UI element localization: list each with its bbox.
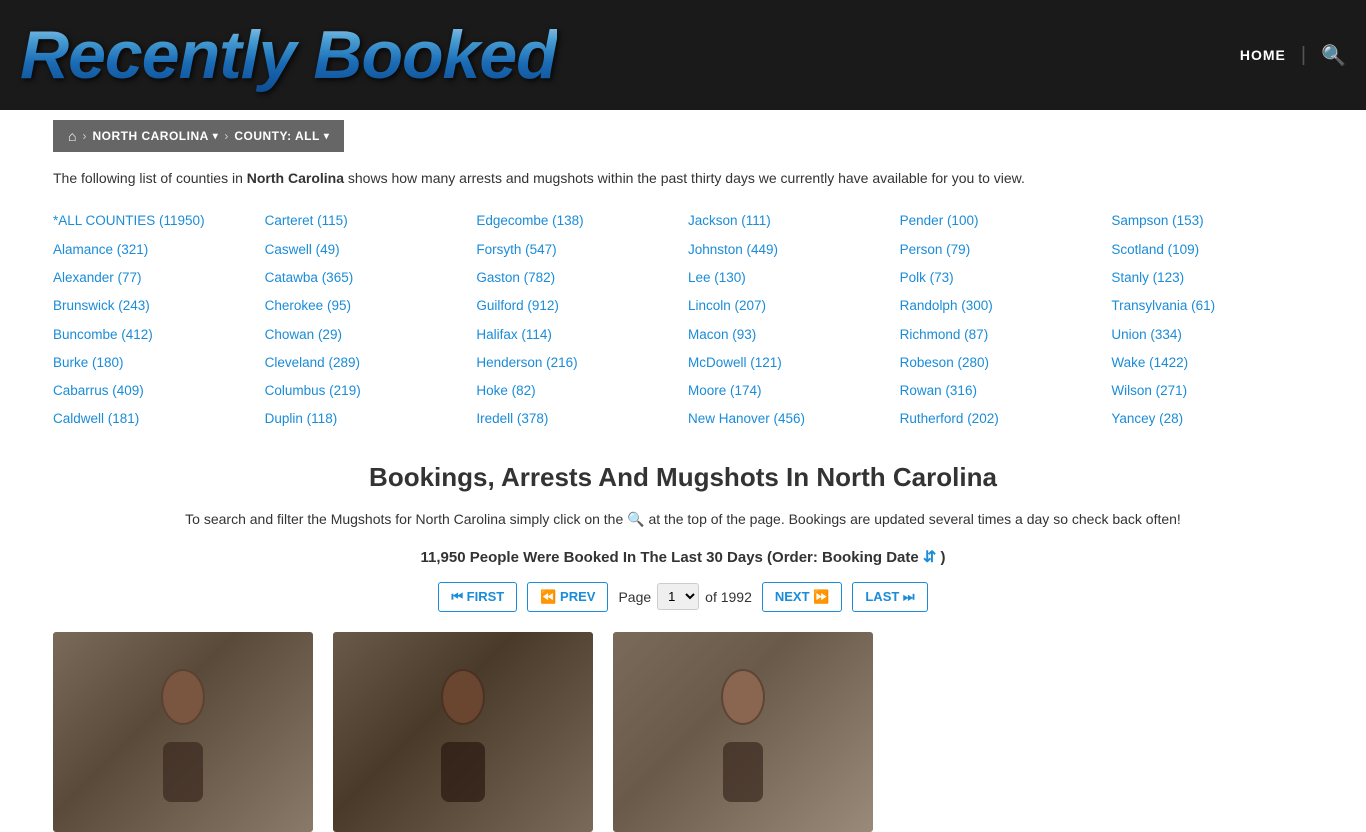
home-icon[interactable]: ⌂: [68, 128, 76, 144]
section-desc-part1: To search and filter the Mugshots for No…: [185, 511, 623, 527]
breadcrumb: ⌂ › NORTH CAROLINA ▾ › COUNTY: ALL ▾: [53, 120, 344, 152]
county-link-6[interactable]: Alamance (321): [53, 238, 255, 262]
county-link-29[interactable]: Union (334): [1111, 323, 1313, 347]
intro-text-after: shows how many arrests and mugshots with…: [344, 170, 1025, 186]
section-description: To search and filter the Mugshots for No…: [53, 508, 1313, 532]
mugshot-card-1[interactable]: [53, 632, 313, 832]
county-link-15[interactable]: Lee (130): [688, 266, 890, 290]
county-link-36[interactable]: Cabarrus (409): [53, 379, 255, 403]
county-link-41[interactable]: Wilson (271): [1111, 379, 1313, 403]
section-title: Bookings, Arrests And Mugshots In North …: [53, 462, 1313, 493]
county-link-1[interactable]: Carteret (115): [265, 209, 467, 233]
mugshot-card-2[interactable]: [333, 632, 593, 832]
county-link-16[interactable]: Polk (73): [900, 266, 1102, 290]
county-link-35[interactable]: Wake (1422): [1111, 351, 1313, 375]
county-link-20[interactable]: Guilford (912): [476, 294, 678, 318]
county-dropdown-arrow[interactable]: ▾: [324, 131, 330, 142]
county-link-3[interactable]: Jackson (111): [688, 209, 890, 233]
prev-button[interactable]: ⏪ PREV: [527, 582, 608, 612]
county-link-14[interactable]: Gaston (782): [476, 266, 678, 290]
county-link-10[interactable]: Person (79): [900, 238, 1102, 262]
mugshot-card-3[interactable]: [613, 632, 873, 832]
county-link-38[interactable]: Hoke (82): [476, 379, 678, 403]
county-link-21[interactable]: Lincoln (207): [688, 294, 890, 318]
county-link-44[interactable]: Iredell (378): [476, 407, 678, 431]
search-button[interactable]: 🔍: [1321, 43, 1346, 68]
county-link-42[interactable]: Caldwell (181): [53, 407, 255, 431]
breadcrumb-state[interactable]: NORTH CAROLINA ▾: [92, 129, 218, 143]
county-link-27[interactable]: Macon (93): [688, 323, 890, 347]
county-link-26[interactable]: Halifax (114): [476, 323, 678, 347]
county-link-13[interactable]: Catawba (365): [265, 266, 467, 290]
first-button[interactable]: ⏮ FIRST: [438, 582, 517, 612]
mugshot-gallery: [53, 632, 1313, 832]
county-link-5[interactable]: Sampson (153): [1111, 209, 1313, 233]
intro-paragraph: The following list of counties in North …: [53, 167, 1313, 189]
county-link-30[interactable]: Burke (180): [53, 351, 255, 375]
county-link-8[interactable]: Forsyth (547): [476, 238, 678, 262]
county-link-34[interactable]: Robeson (280): [900, 351, 1102, 375]
county-link-45[interactable]: New Hanover (456): [688, 407, 890, 431]
booking-count-end: ): [940, 549, 945, 566]
page-selector[interactable]: 1: [657, 583, 699, 610]
county-link-12[interactable]: Alexander (77): [53, 266, 255, 290]
pagination-bar: ⏮ FIRST ⏪ PREV Page 1 of 1992 NEXT ⏩ LAS…: [53, 582, 1313, 612]
sort-icon[interactable]: ⇵: [923, 549, 936, 566]
county-link-9[interactable]: Johnston (449): [688, 238, 890, 262]
county-link-40[interactable]: Rowan (316): [900, 379, 1102, 403]
county-link-4[interactable]: Pender (100): [900, 209, 1102, 233]
county-link-47[interactable]: Yancey (28): [1111, 407, 1313, 431]
last-button[interactable]: LAST ⏭: [852, 582, 927, 612]
state-dropdown-arrow[interactable]: ▾: [213, 131, 219, 142]
county-link-39[interactable]: Moore (174): [688, 379, 890, 403]
section-desc-part2: at the top of the page. Bookings are upd…: [648, 511, 1180, 527]
page-label: Page: [618, 589, 651, 605]
county-link-24[interactable]: Buncombe (412): [53, 323, 255, 347]
county-link-7[interactable]: Caswell (49): [265, 238, 467, 262]
county-link-32[interactable]: Henderson (216): [476, 351, 678, 375]
county-link-46[interactable]: Rutherford (202): [900, 407, 1102, 431]
breadcrumb-arrow-1: ›: [82, 129, 86, 143]
county-link-23[interactable]: Transylvania (61): [1111, 294, 1313, 318]
intro-state-name: North Carolina: [247, 170, 344, 186]
county-link-33[interactable]: McDowell (121): [688, 351, 890, 375]
header-navigation: HOME | 🔍: [1240, 43, 1346, 68]
page-indicator: Page 1 of 1992: [618, 583, 751, 610]
intro-text-before: The following list of counties in: [53, 170, 247, 186]
county-link-0[interactable]: *ALL COUNTIES (11950): [53, 209, 255, 233]
county-link-31[interactable]: Cleveland (289): [265, 351, 467, 375]
booking-count-label: 11,950 People Were Booked In The Last 30…: [421, 549, 919, 566]
county-link-22[interactable]: Randolph (300): [900, 294, 1102, 318]
breadcrumb-arrow-2: ›: [224, 129, 228, 143]
main-content: ⌂ › NORTH CAROLINA ▾ › COUNTY: ALL ▾ The…: [33, 120, 1333, 832]
next-button[interactable]: NEXT ⏩: [762, 582, 842, 612]
county-link-11[interactable]: Scotland (109): [1111, 238, 1313, 262]
nav-divider: |: [1301, 44, 1306, 67]
county-link-19[interactable]: Cherokee (95): [265, 294, 467, 318]
county-link-17[interactable]: Stanly (123): [1111, 266, 1313, 290]
breadcrumb-county[interactable]: COUNTY: ALL ▾: [234, 129, 329, 143]
county-list: *ALL COUNTIES (11950) Carteret (115) Edgec…: [53, 209, 1313, 431]
county-link-28[interactable]: Richmond (87): [900, 323, 1102, 347]
site-logo[interactable]: Recently Booked: [20, 16, 557, 94]
county-link-25[interactable]: Chowan (29): [265, 323, 467, 347]
page-total: of 1992: [705, 589, 752, 605]
county-link-37[interactable]: Columbus (219): [265, 379, 467, 403]
site-header: Recently Booked HOME | 🔍: [0, 0, 1366, 110]
county-link-2[interactable]: Edgecombe (138): [476, 209, 678, 233]
home-nav-link[interactable]: HOME: [1240, 47, 1286, 63]
county-link-43[interactable]: Duplin (118): [265, 407, 467, 431]
booking-count-text: 11,950 People Were Booked In The Last 30…: [53, 547, 1313, 567]
county-link-18[interactable]: Brunswick (243): [53, 294, 255, 318]
search-icon-inline: 🔍: [627, 511, 648, 527]
